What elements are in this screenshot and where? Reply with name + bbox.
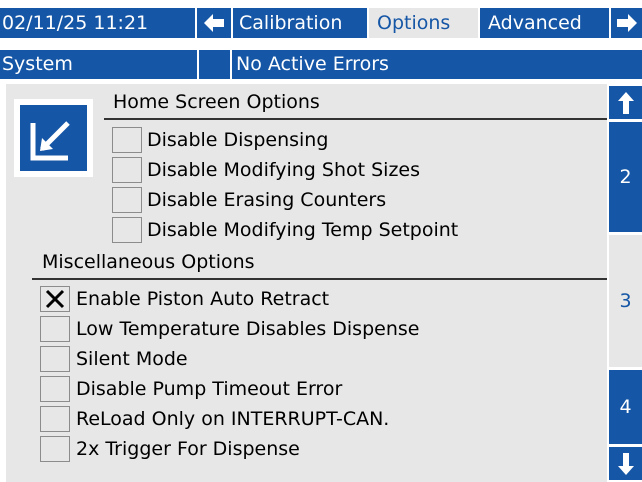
tab-calibration[interactable]: Calibration [233, 8, 367, 38]
low-temperature-disables-dispense-checkbox[interactable] [40, 316, 70, 342]
checkmark-x-icon [45, 289, 65, 309]
error-status-text: No Active Errors [236, 53, 389, 75]
page-4-label: 4 [619, 396, 632, 418]
right-arrow-icon [616, 14, 637, 32]
tab-advanced[interactable]: Advanced [480, 8, 609, 38]
disable-modifying-temp-setpoint-label: Disable Modifying Temp Setpoint [147, 219, 459, 241]
left-arrow-icon [204, 14, 224, 32]
options-screen: 02/11/25 11:21 Calibration Options Advan… [0, 0, 642, 482]
silent-mode-label: Silent Mode [76, 348, 188, 370]
disable-pump-timeout-error-label: Disable Pump Timeout Error [76, 378, 343, 400]
tab-advanced-label: Advanced [488, 11, 582, 34]
disable-erasing-counters-label: Disable Erasing Counters [147, 189, 387, 211]
disable-modifying-shot-sizes-label: Disable Modifying Shot Sizes [147, 159, 421, 181]
page-up-button[interactable] [609, 86, 642, 119]
page-down-button[interactable] [609, 447, 642, 480]
datetime-text: 02/11/25 11:21 [2, 11, 149, 34]
low-temperature-disables-dispense-label: Low Temperature Disables Dispense [76, 318, 420, 340]
page-2-button[interactable]: 2 [609, 122, 642, 232]
2x-trigger-for-dispense-checkbox[interactable] [40, 436, 70, 462]
system-mode-display: System [0, 50, 197, 79]
tab-options[interactable]: Options [369, 8, 478, 38]
2x-trigger-for-dispense-label: 2x Trigger For Dispense [76, 438, 300, 460]
page-3-button[interactable]: 3 [609, 235, 642, 367]
reload-only-on-interrupt-can-label: ReLoad Only on INTERRUPT-CAN. [76, 408, 390, 430]
error-status-bar: No Active Errors [232, 50, 642, 79]
page-4-button[interactable]: 4 [609, 370, 642, 444]
up-arrow-icon [617, 91, 634, 114]
disable-dispensing-checkbox[interactable] [112, 127, 142, 153]
misc-divider [32, 278, 607, 280]
datetime-display: 02/11/25 11:21 [0, 8, 195, 38]
disable-dispensing-label: Disable Dispensing [147, 129, 329, 151]
down-arrow-icon [617, 452, 634, 475]
tab-options-label: Options [377, 11, 451, 34]
disable-pump-timeout-error-checkbox[interactable] [40, 376, 70, 402]
next-screen-button[interactable] [611, 8, 642, 38]
system-mode-text: System [2, 53, 73, 75]
disable-modifying-temp-setpoint-checkbox[interactable] [112, 217, 142, 243]
edit-screen-icon[interactable] [14, 99, 93, 177]
enable-piston-auto-retract-label: Enable Piston Auto Retract [76, 288, 330, 310]
silent-mode-checkbox[interactable] [40, 346, 70, 372]
tab-calibration-label: Calibration [239, 11, 343, 34]
misc-options-title: Miscellaneous Options [42, 251, 255, 273]
reload-only-on-interrupt-can-checkbox[interactable] [40, 406, 70, 432]
disable-erasing-counters-checkbox[interactable] [112, 187, 142, 213]
prev-screen-button[interactable] [197, 8, 231, 38]
enable-piston-auto-retract-checkbox[interactable] [40, 286, 70, 312]
home-screen-divider [104, 118, 607, 120]
status-indicator [199, 50, 230, 79]
home-screen-options-title: Home Screen Options [113, 91, 320, 113]
page-3-label: 3 [619, 290, 632, 312]
disable-modifying-shot-sizes-checkbox[interactable] [112, 157, 142, 183]
page-2-label: 2 [619, 166, 632, 188]
